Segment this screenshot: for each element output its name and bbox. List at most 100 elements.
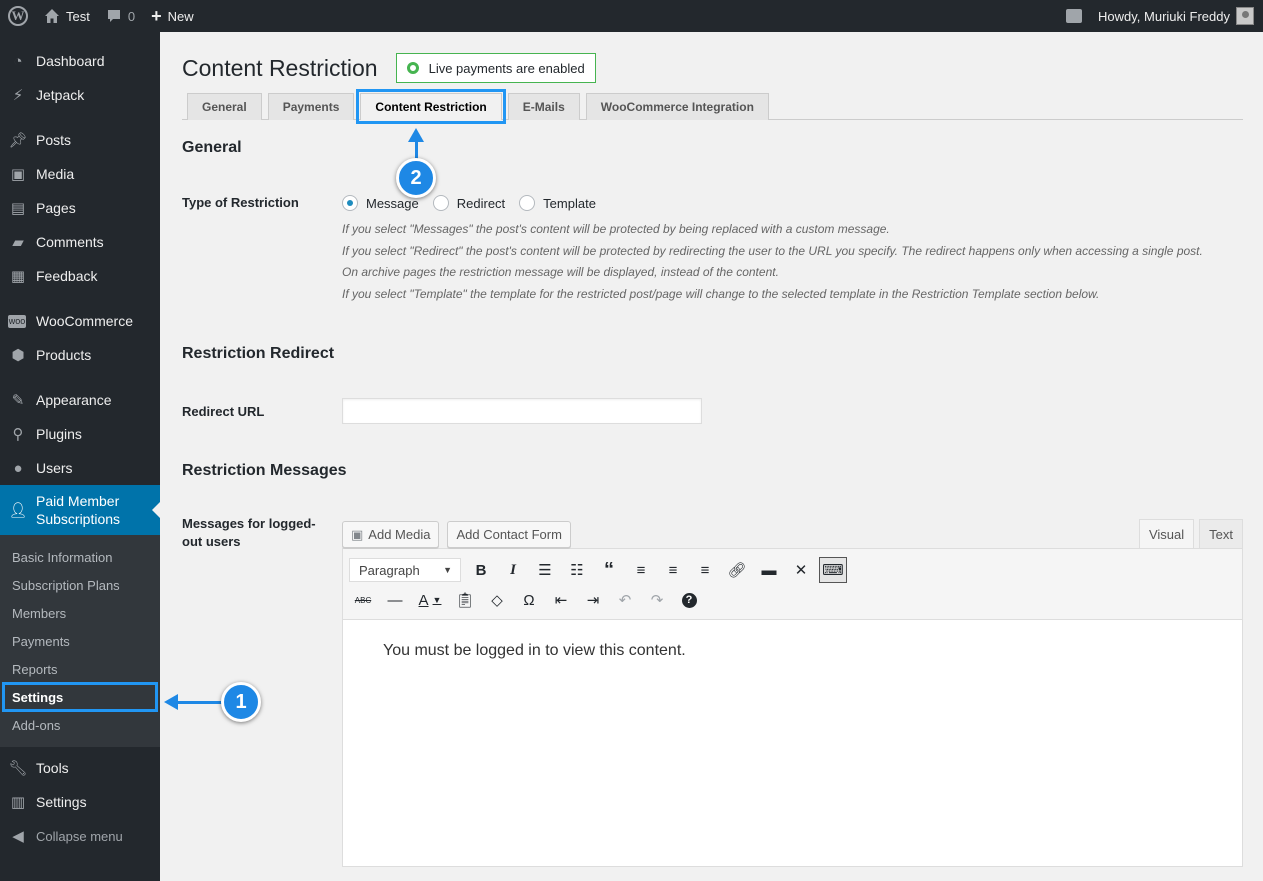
outdent-icon[interactable]: ⇤	[547, 587, 575, 613]
clear-formatting-icon[interactable]: ◇	[483, 587, 511, 613]
tab-emails[interactable]: E-Mails	[507, 93, 580, 120]
description-redirect: If you select "Redirect" the post's cont…	[342, 243, 1203, 258]
radio-redirect-label: Redirect	[456, 195, 506, 211]
link-icon[interactable]: 🔗︎	[723, 557, 751, 583]
help-icon[interactable]: ?	[675, 587, 703, 613]
align-right-icon[interactable]: ≡	[691, 557, 719, 583]
tab-payments[interactable]: Payments	[267, 93, 355, 120]
bullet-list-icon[interactable]: ☰	[531, 557, 559, 583]
add-contact-form-button[interactable]: Add Contact Form	[447, 521, 571, 548]
message-editor: Paragraph ▼ B I ☰ ☷ “ ≡ ≡ ≡ 🔗︎ ▬ ✕ ⌨ ABC…	[342, 548, 1243, 867]
read-more-icon[interactable]: ▬	[755, 557, 783, 583]
plus-icon: +	[151, 5, 162, 26]
menu-settings[interactable]: ▥ Settings	[0, 785, 160, 819]
italic-icon[interactable]: I	[499, 557, 527, 583]
submenu-reports[interactable]: Reports	[0, 655, 160, 683]
submenu-members[interactable]: Members	[0, 599, 160, 627]
bold-icon[interactable]: B	[467, 557, 495, 583]
menu-label: Jetpack	[36, 87, 85, 103]
radio-redirect[interactable]	[432, 195, 449, 211]
tab-content-restriction[interactable]: Content Restriction	[356, 89, 506, 124]
menu-products[interactable]: ⬢ Products	[0, 338, 160, 372]
comments-link[interactable]: 0	[98, 0, 143, 32]
submenu-add-ons[interactable]: Add-ons	[0, 711, 160, 739]
format-select[interactable]: Paragraph ▼	[349, 558, 461, 582]
menu-label: Media	[36, 166, 75, 182]
callout-arrowhead-2	[408, 128, 424, 142]
site-name-link[interactable]: Test	[36, 0, 98, 32]
dashboard-icon: ◔	[13, 52, 23, 70]
admin-bar: W Test 0 + New Howdy, Muriuki Freddy	[0, 0, 1263, 32]
format-select-value: Paragraph	[359, 562, 420, 578]
menu-dashboard[interactable]: ◔ Dashboard	[0, 44, 160, 78]
new-content-link[interactable]: + New	[143, 0, 202, 32]
menu-label: Pages	[36, 200, 76, 216]
numbered-list-icon[interactable]: ☷	[563, 557, 591, 583]
toolbar-toggle-icon[interactable]: ⌨	[819, 557, 847, 583]
pages-icon: ▤	[10, 200, 26, 217]
callout-arrowhead-1	[164, 694, 178, 710]
menu-label: Settings	[36, 794, 87, 810]
brush-icon: ✎	[11, 392, 25, 409]
comments-count: 0	[127, 8, 136, 24]
fullscreen-icon[interactable]: ✕	[787, 557, 815, 583]
radio-message-label: Message	[366, 195, 419, 211]
callout-badge-1: 1	[221, 682, 261, 722]
submenu-settings[interactable]: Settings	[2, 682, 158, 712]
submenu-subscription-plans[interactable]: Subscription Plans	[0, 571, 160, 599]
radio-template[interactable]	[519, 195, 536, 211]
menu-paid-member-subscriptions[interactable]: 👤︎ Paid Member Subscriptions	[0, 485, 160, 535]
redirect-url-input[interactable]	[342, 398, 702, 424]
editor-content[interactable]: You must be logged in to view this conte…	[343, 620, 1242, 866]
paste-text-icon[interactable]: 📋︎	[451, 587, 479, 613]
notifications-button[interactable]	[1058, 0, 1090, 32]
submenu-payments[interactable]: Payments	[0, 627, 160, 655]
redo-icon[interactable]: ↷	[643, 587, 671, 613]
menu-label: Appearance	[36, 392, 112, 408]
greeting: Howdy, Muriuki Freddy	[1098, 8, 1230, 24]
align-center-icon[interactable]: ≡	[659, 557, 687, 583]
indent-icon[interactable]: ⇥	[579, 587, 607, 613]
strikethrough-icon[interactable]: ABC	[349, 587, 377, 613]
menu-feedback[interactable]: ▦ Feedback	[0, 259, 160, 293]
radio-template-label: Template	[543, 195, 596, 211]
tab-woocommerce-integration[interactable]: WooCommerce Integration	[585, 93, 769, 120]
menu-comments[interactable]: ▰ Comments	[0, 225, 160, 259]
wp-logo-menu[interactable]: W	[0, 0, 36, 32]
wrench-icon: 🔧︎	[8, 760, 28, 777]
collapse-menu-button[interactable]: ◀ Collapse menu	[0, 819, 160, 853]
tab-text[interactable]: Text	[1199, 519, 1243, 548]
radio-message[interactable]	[342, 195, 358, 211]
menu-jetpack[interactable]: ⚡ Jetpack	[0, 78, 160, 112]
undo-icon[interactable]: ↶	[611, 587, 639, 613]
notification-icon	[1066, 9, 1083, 23]
menu-plugins[interactable]: ⚲ Plugins	[0, 417, 160, 451]
menu-pages[interactable]: ▤ Pages	[0, 191, 160, 225]
box-icon: ⬢	[11, 347, 25, 364]
menu-label: Feedback	[36, 268, 98, 284]
menu-tools[interactable]: 🔧︎ Tools	[0, 751, 160, 785]
menu-media[interactable]: ▣ Media	[0, 157, 160, 191]
align-left-icon[interactable]: ≡	[627, 557, 655, 583]
avatar	[1236, 7, 1254, 25]
callout-arrow-1	[177, 701, 223, 704]
menu-woocommerce[interactable]: woo WooCommerce	[0, 304, 160, 338]
my-account-menu[interactable]: Howdy, Muriuki Freddy	[1090, 0, 1263, 32]
menu-posts[interactable]: 📌︎ Posts	[0, 123, 160, 157]
jetpack-icon: ⚡	[12, 87, 24, 104]
callout-badge-2: 2	[396, 158, 436, 198]
pms-submenu: Basic Information Subscription Plans Mem…	[0, 535, 160, 747]
submenu-basic-information[interactable]: Basic Information	[0, 543, 160, 571]
redirect-url-label: Redirect URL	[182, 403, 265, 419]
add-media-button[interactable]: ▣ Add Media	[342, 521, 440, 548]
text-color-icon[interactable]: A ▼	[413, 587, 447, 613]
special-character-icon[interactable]: Ω	[515, 587, 543, 613]
blockquote-icon[interactable]: “	[595, 557, 623, 583]
menu-users[interactable]: ● Users	[0, 451, 160, 485]
tab-visual[interactable]: Visual	[1138, 519, 1195, 548]
feedback-icon: ▦	[10, 268, 26, 285]
menu-appearance[interactable]: ✎ Appearance	[0, 383, 160, 417]
tab-general[interactable]: General	[187, 93, 262, 120]
restriction-messages-heading: Restriction Messages	[182, 462, 347, 479]
horizontal-line-icon[interactable]: —	[381, 587, 409, 613]
